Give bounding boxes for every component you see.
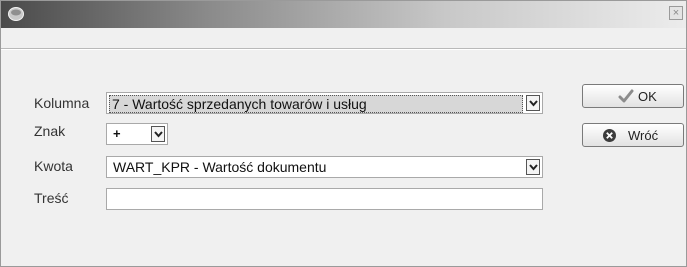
kwota-label: Kwota bbox=[34, 158, 73, 174]
checkmark-icon bbox=[618, 89, 634, 103]
tresc-input[interactable] bbox=[106, 188, 543, 210]
close-button[interactable]: × bbox=[669, 6, 683, 20]
kolumna-value: 7 - Wartość sprzedanych towarów i usług bbox=[109, 95, 523, 113]
header-separator bbox=[1, 48, 686, 50]
ok-button[interactable]: OK bbox=[582, 84, 684, 108]
close-icon: × bbox=[672, 7, 680, 19]
ok-button-label: OK bbox=[638, 89, 657, 104]
title-bar[interactable]: × bbox=[1, 1, 686, 28]
chevron-down-icon bbox=[529, 100, 538, 107]
kolumna-dropdown-button[interactable] bbox=[526, 95, 540, 111]
kwota-dropdown-button[interactable] bbox=[526, 159, 540, 175]
znak-select[interactable]: + bbox=[106, 123, 168, 145]
kolumna-select[interactable]: 7 - Wartość sprzedanych towarów i usług bbox=[106, 92, 543, 114]
dialog-window: × Kolumna 7 - Wartość sprzedanych towaró… bbox=[0, 0, 687, 267]
back-button[interactable]: Wróć bbox=[582, 123, 684, 147]
back-button-label: Wróć bbox=[628, 128, 659, 143]
chevron-down-icon bbox=[154, 131, 163, 138]
cancel-icon bbox=[603, 129, 616, 142]
znak-value: + bbox=[113, 126, 121, 141]
znak-dropdown-button[interactable] bbox=[151, 126, 165, 142]
kolumna-label: Kolumna bbox=[34, 95, 90, 111]
chevron-down-icon bbox=[529, 164, 538, 171]
tresc-label: Treść bbox=[34, 190, 69, 206]
app-icon bbox=[8, 7, 24, 21]
kwota-select[interactable]: WART_KPR - Wartość dokumentu bbox=[106, 156, 543, 178]
znak-label: Znak bbox=[34, 123, 66, 139]
kwota-value: WART_KPR - Wartość dokumentu bbox=[113, 159, 327, 175]
